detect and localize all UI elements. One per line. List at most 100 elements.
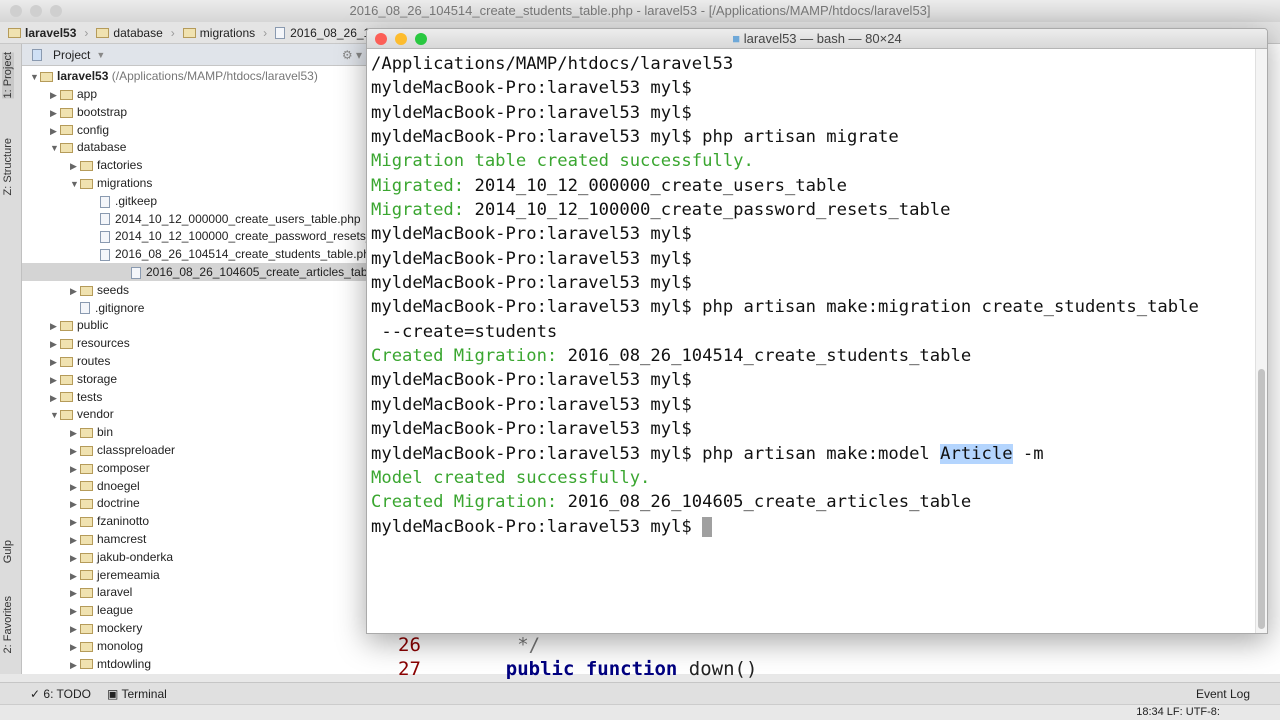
tree-item[interactable]: ▶ storage [50,370,117,388]
tab-structure[interactable]: Z: Structure [2,138,14,195]
terminal-line: myldeMacBook-Pro:laravel53 myl$ [371,247,1267,271]
collapse-arrow-icon[interactable]: ▶ [50,371,60,389]
collapse-arrow-icon[interactable]: ▶ [70,531,80,549]
chevron-down-icon[interactable]: ▼ [96,50,105,60]
minimize-button[interactable] [30,5,42,17]
collapse-arrow-icon[interactable]: ▶ [50,122,60,140]
collapse-arrow-icon[interactable]: ▶ [50,104,60,122]
scrollbar[interactable] [1255,49,1267,633]
line-text: myldeMacBook-Pro:laravel53 myl$ [371,394,692,415]
cursor-position[interactable]: 18:34 [1136,706,1164,718]
expand-arrow-icon[interactable]: ▼ [50,406,60,424]
tab-project[interactable]: 1: Project [2,52,14,99]
folder-icon [80,517,93,528]
tree-item[interactable]: ▶ mtdowling [70,655,151,673]
collapse-arrow-icon[interactable]: ▶ [50,389,60,407]
tree-item[interactable]: ▶ bin [70,423,113,441]
tree-item[interactable]: ▶ resources [50,334,130,352]
collapse-arrow-icon[interactable]: ▶ [50,317,60,335]
terminal-output[interactable]: /Applications/MAMP/htdocs/laravel53 mylde… [367,49,1267,539]
collapse-arrow-icon[interactable]: ▶ [70,442,80,460]
tree-item[interactable]: ▶ mockery [70,619,142,637]
line-text: /Applications/MAMP/htdocs/laravel53 [371,54,734,74]
tree-item[interactable]: .gitkeep [90,192,157,210]
breadcrumb-item[interactable]: laravel53 [8,26,76,40]
close-button[interactable] [375,33,387,45]
tree-item[interactable]: 2016_08_26_104514_create_students_table.… [90,245,377,263]
tree-item[interactable]: ▶ jakub-onderka [70,548,173,566]
zoom-button[interactable] [415,33,427,45]
tree-item[interactable]: ▶ classpreloader [70,441,175,459]
collapse-arrow-icon[interactable]: ▶ [70,478,80,496]
breadcrumb-item[interactable]: migrations [182,26,255,40]
zoom-button[interactable] [50,5,62,17]
todo-tab[interactable]: ✓ 6: TODO [30,687,91,701]
folder-icon [60,107,73,118]
tree-item[interactable]: ▼ database [50,138,126,156]
collapse-arrow-icon[interactable]: ▶ [70,513,80,531]
tree-item[interactable]: ▶ dnoegel [70,477,140,495]
folder-icon [80,445,93,456]
encoding[interactable]: UTF-8: [1186,706,1220,718]
tree-item[interactable]: ▶ monolog [70,637,143,655]
breadcrumb-item[interactable]: 2016_08_26_10 [275,26,377,40]
tree-item[interactable]: ▶ routes [50,352,110,370]
tree-item[interactable]: ▶ seeds [70,281,129,299]
tree-item[interactable]: ▶ doctrine [70,494,140,512]
scrollbar-thumb[interactable] [1258,369,1265,629]
tree-item[interactable]: ▶ app [50,85,97,103]
collapse-arrow-icon[interactable]: ▶ [70,584,80,602]
tree-item[interactable]: ▶ laravel [70,583,132,601]
breadcrumb-item[interactable]: database [96,26,163,40]
collapse-arrow-icon[interactable]: ▶ [70,549,80,567]
close-button[interactable] [10,5,22,17]
tree-item-label: seeds [97,282,130,297]
tab-gulp[interactable]: Gulp [2,540,14,563]
terminal-line: Migrated: 2014_10_12_100000_create_passw… [371,198,1267,222]
tab-favorites[interactable]: 2: Favorites [2,596,14,653]
tree-item[interactable]: ▶ config [50,121,109,139]
line-text: myldeMacBook-Pro:laravel53 myl$ [371,516,703,537]
tree-item[interactable]: 2014_10_12_000000_create_users_table.php [90,210,361,228]
tree-item[interactable]: ▼ migrations [70,174,152,192]
tree-root[interactable]: ▼ laravel53 (/Applications/MAMP/htdocs/la… [30,67,318,85]
tree-item[interactable]: ▼ vendor [50,405,114,423]
expand-arrow-icon[interactable]: ▼ [70,175,80,193]
minimize-button[interactable] [395,33,407,45]
terminal-window[interactable]: ■ laravel53 — bash — 80×24 /Applications… [366,28,1268,634]
collapse-arrow-icon[interactable]: ▶ [50,353,60,371]
collapse-arrow-icon[interactable]: ▶ [50,86,60,104]
terminal-tab[interactable]: ▣ Terminal [107,687,167,701]
collapse-arrow-icon[interactable]: ▶ [70,424,80,442]
line-separator[interactable]: LF: [1167,706,1183,718]
tree-item[interactable]: ▶ league [70,601,133,619]
tree-item[interactable]: ▶ tests [50,388,102,406]
tree-item[interactable]: .gitignore [70,299,144,317]
line-text: myldeMacBook-Pro:laravel53 myl$ php arti… [371,127,899,148]
tree-item[interactable]: ▶ jeremeamia [70,566,160,584]
file-icon [100,231,110,244]
collapse-arrow-icon[interactable]: ▶ [70,602,80,620]
collapse-arrow-icon[interactable]: ▶ [70,282,80,300]
event-log-tab[interactable]: Event Log [1196,687,1250,701]
tree-item[interactable]: ▶ composer [70,459,150,477]
collapse-arrow-icon[interactable]: ▶ [70,567,80,585]
collapse-arrow-icon[interactable]: ▶ [70,157,80,175]
tree-item[interactable]: 2016_08_26_104605_create_articles_table.… [22,263,400,281]
collapse-arrow-icon[interactable]: ▶ [70,495,80,513]
expand-arrow-icon[interactable]: ▼ [50,139,60,157]
tree-item[interactable]: ▶ public [50,316,108,334]
collapse-arrow-icon[interactable]: ▶ [70,460,80,478]
collapse-arrow-icon[interactable]: ▶ [70,656,80,674]
folder-icon [80,285,93,296]
collapse-arrow-icon[interactable]: ▶ [70,620,80,638]
expand-arrow-icon[interactable]: ▼ [30,68,40,86]
tree-item[interactable]: ▶ hamcrest [70,530,146,548]
collapse-arrow-icon[interactable]: ▶ [70,638,80,656]
panel-title[interactable]: Project [53,48,90,62]
tree-item[interactable]: ▶ bootstrap [50,103,127,121]
tree-item[interactable]: ▶ fzaninotto [70,512,149,530]
gear-icon[interactable]: ⚙ ▾ [342,48,362,62]
collapse-arrow-icon[interactable]: ▶ [50,335,60,353]
tree-item[interactable]: ▶ factories [70,156,142,174]
